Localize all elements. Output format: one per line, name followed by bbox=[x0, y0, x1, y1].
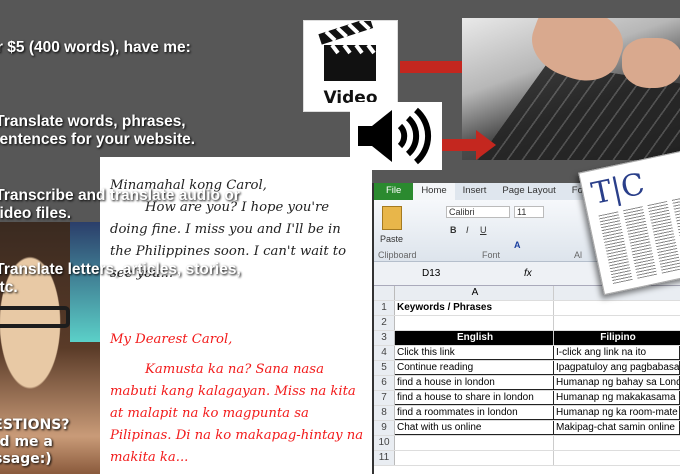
filipino-cell[interactable]: I-click ang link na ito bbox=[554, 346, 680, 360]
filipino-cell[interactable]: Humanap ng bahay sa London bbox=[554, 376, 680, 390]
newspaper-logo: T|C bbox=[588, 166, 648, 213]
group-alignment: Al bbox=[574, 250, 583, 260]
tab-insert[interactable]: Insert bbox=[455, 183, 495, 200]
font-size-select[interactable]: 11 bbox=[514, 206, 544, 218]
row-number: 5 bbox=[374, 361, 395, 375]
filipino-cell[interactable]: Makipag-chat samin online bbox=[554, 421, 680, 435]
row-number: 11 bbox=[374, 451, 395, 465]
table-row: 7 find a house to share in london Humanap … bbox=[374, 391, 680, 406]
row-number: 1 bbox=[374, 301, 395, 315]
english-cell[interactable]: Continue reading bbox=[395, 361, 554, 375]
group-font: Font bbox=[482, 250, 501, 260]
video-icon-box: Video bbox=[303, 17, 398, 112]
english-cell[interactable]: find a house to share in london bbox=[395, 391, 554, 405]
tab-page-layout[interactable]: Page Layout bbox=[494, 183, 563, 200]
arrow-icon bbox=[442, 130, 496, 160]
paste-button[interactable]: Paste bbox=[380, 234, 403, 244]
tab-file[interactable]: File bbox=[374, 183, 414, 200]
row-number: 10 bbox=[374, 436, 395, 450]
filipino-cell[interactable]: Humanap ng ka room-mate bbox=[554, 406, 680, 420]
english-cell[interactable]: find a house in london bbox=[395, 376, 554, 390]
table-row: 4 Click this link I-click ang link na ito bbox=[374, 346, 680, 361]
table-row: 8 find a roommates in london Humanap ng ka… bbox=[374, 406, 680, 421]
column-header-a[interactable]: A bbox=[395, 286, 554, 300]
photo-caption: QUESTIONS? Send me a message:) bbox=[0, 417, 70, 467]
filipino-cell[interactable]: Humanap ng makakasama bbox=[554, 391, 680, 405]
paste-icon[interactable] bbox=[382, 206, 402, 230]
italic-button[interactable]: I bbox=[466, 225, 469, 235]
intro-item: 3. Translate letters, articles, stories,… bbox=[0, 260, 241, 297]
table-row: 5 Continue reading Ipagpatuloy ang pagbaba… bbox=[374, 361, 680, 376]
spreadsheet-grid[interactable]: A 1 Keywords / Phrases 2 3 English Filipino… bbox=[374, 286, 680, 466]
row-number: 2 bbox=[374, 316, 395, 330]
english-cell[interactable]: Chat with us online bbox=[395, 421, 554, 435]
font-name-select[interactable]: Calibri bbox=[446, 206, 510, 218]
font-color-button[interactable]: A bbox=[514, 240, 521, 250]
underline-button[interactable]: U bbox=[480, 225, 487, 235]
row-number: 9 bbox=[374, 421, 395, 435]
filipino-cell[interactable]: Ipagpatuloy ang pagbabasa bbox=[554, 361, 680, 375]
tab-home[interactable]: Home bbox=[413, 183, 455, 200]
row-number: 4 bbox=[374, 346, 395, 360]
translated-greeting: My Dearest Carol, bbox=[110, 332, 233, 347]
name-box[interactable]: D13 bbox=[374, 268, 484, 279]
bold-button[interactable]: B bbox=[450, 225, 457, 235]
fx-icon: fx bbox=[524, 268, 532, 279]
intro-item: 1. Translate words, phrases, sentences f… bbox=[0, 112, 196, 149]
row-number: 3 bbox=[374, 331, 395, 345]
clapperboard-icon bbox=[318, 17, 376, 81]
translated-body: Kamusta ka na? Sana nasa mabuti kang kal… bbox=[110, 362, 364, 465]
english-cell[interactable]: find a roommates in london bbox=[395, 406, 554, 420]
header-filipino[interactable]: Filipino bbox=[554, 331, 680, 345]
intro-text: For $5 (400 words), have me: 1. Translat… bbox=[0, 2, 241, 316]
row-number: 8 bbox=[374, 406, 395, 420]
row-number: 6 bbox=[374, 376, 395, 390]
english-cell[interactable]: Click this link bbox=[395, 346, 554, 360]
row-number: 7 bbox=[374, 391, 395, 405]
intro-heading: For $5 (400 words), have me: bbox=[0, 39, 191, 56]
group-clipboard: Clipboard bbox=[378, 250, 417, 260]
table-row: 6 find a house in london Humanap ng bahay … bbox=[374, 376, 680, 391]
sheet-title[interactable]: Keywords / Phrases bbox=[395, 301, 554, 315]
intro-item: 2. Transcribe and translate audio or vid… bbox=[0, 186, 240, 223]
header-english[interactable]: English bbox=[395, 331, 554, 345]
table-row: 9 Chat with us online Makipag-chat samin o… bbox=[374, 421, 680, 436]
